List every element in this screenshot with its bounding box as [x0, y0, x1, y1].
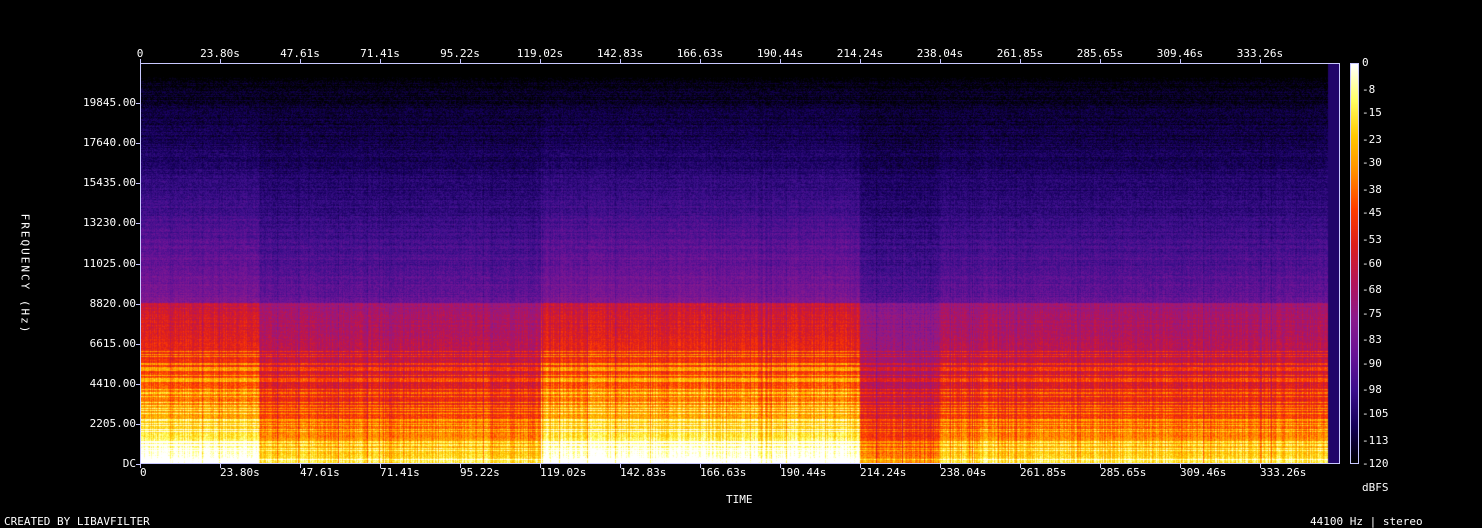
spectrogram-image [141, 64, 1339, 463]
colorbar-tick-label: 0 [1362, 56, 1369, 69]
x-tick-label-bottom: 95.22s [460, 466, 500, 479]
x-tick-label-bottom: 47.61s [300, 466, 340, 479]
x-tick-mark [1019, 464, 1021, 468]
x-tick-mark [780, 464, 781, 468]
colorbar-tick-label: -30 [1362, 156, 1382, 170]
x-tick-label-bottom: 23.80s [219, 466, 260, 479]
colorbar-tick-label: -45 [1362, 206, 1382, 220]
credit-text: CREATED BY LIBAVFILTER [4, 515, 150, 528]
x-tick-label-bottom: 71.41s [379, 466, 420, 479]
x-tick-mark [859, 464, 861, 468]
spectrogram-plot [140, 63, 1340, 464]
x-tick-mark [939, 464, 941, 468]
x-tick-mark [379, 464, 381, 468]
colorbar-tick-label: -15 [1362, 106, 1382, 120]
y-tick-label: 13230.00 [83, 216, 136, 230]
x-tick-label-bottom: 285.65s [1099, 466, 1147, 479]
x-tick-label-bottom: 309.46s [1179, 466, 1227, 479]
colorbar-tick-label: -90 [1362, 356, 1382, 370]
colorbar-tick-label: -98 [1362, 383, 1382, 397]
y-tick-label: 19845.00 [83, 96, 136, 110]
sample-rate-text: 44100 Hz | stereo [1310, 515, 1423, 528]
y-tick-mark [136, 464, 140, 465]
x-tick-mark [1099, 464, 1101, 468]
colorbar-tick-label: -68 [1362, 283, 1382, 297]
x-tick-mark [140, 464, 141, 468]
y-tick-label: 6615.00 [89, 336, 136, 350]
x-tick-mark [1259, 464, 1261, 468]
x-tick-label-bottom: 0 [140, 466, 147, 479]
x-tick-label-bottom: 214.24s [859, 466, 907, 479]
x-tick-mark [300, 464, 301, 468]
y-axis-label: FREQUENCY (Hz) [18, 213, 32, 335]
x-tick-mark [620, 464, 621, 468]
colorbar-tick-label: -60 [1362, 256, 1382, 270]
colorbar-tick-label: -75 [1362, 306, 1382, 320]
y-tick-label: 15435.00 [83, 176, 136, 190]
colorbar-tick-label: -8 [1362, 82, 1376, 96]
x-axis-label: TIME [726, 493, 753, 506]
colorbar-tick-label: -105 [1362, 406, 1389, 420]
x-tick-label-bottom: 142.83s [620, 466, 667, 479]
colorbar [1350, 63, 1359, 464]
colorbar-tick-label: -120 [1362, 457, 1389, 470]
colorbar-tick-label: -23 [1362, 132, 1382, 146]
y-tick-label: 11025.00 [83, 256, 136, 270]
colorbar-label: dBFS [1362, 481, 1389, 494]
y-tick-label: 17640.00 [83, 136, 136, 150]
y-tick-label: 8820.00 [89, 296, 136, 310]
y-tick-label: 4410.00 [89, 376, 136, 390]
x-tick-mark [460, 464, 461, 468]
x-tick-label-bottom: 238.04s [939, 466, 987, 479]
x-tick-mark [699, 464, 701, 468]
x-tick-label-bottom: 166.63s [699, 466, 747, 479]
x-tick-label-bottom: 190.44s [780, 466, 827, 479]
x-tick-mark [219, 464, 221, 468]
colorbar-tick-label: -83 [1362, 333, 1382, 347]
x-tick-label-bottom: 261.85s [1019, 466, 1067, 479]
x-tick-label-bottom: 119.02s [539, 466, 587, 479]
x-tick-label-bottom: 333.26s [1259, 466, 1307, 479]
colorbar-tick-label: -113 [1362, 433, 1389, 447]
x-tick-mark [1179, 464, 1181, 468]
colorbar-tick-label: -53 [1362, 233, 1382, 247]
colorbar-tick-label: -38 [1362, 182, 1382, 196]
x-tick-mark [539, 464, 541, 468]
y-tick-label: DC [122, 457, 136, 470]
y-tick-label: 2205.00 [89, 416, 136, 430]
